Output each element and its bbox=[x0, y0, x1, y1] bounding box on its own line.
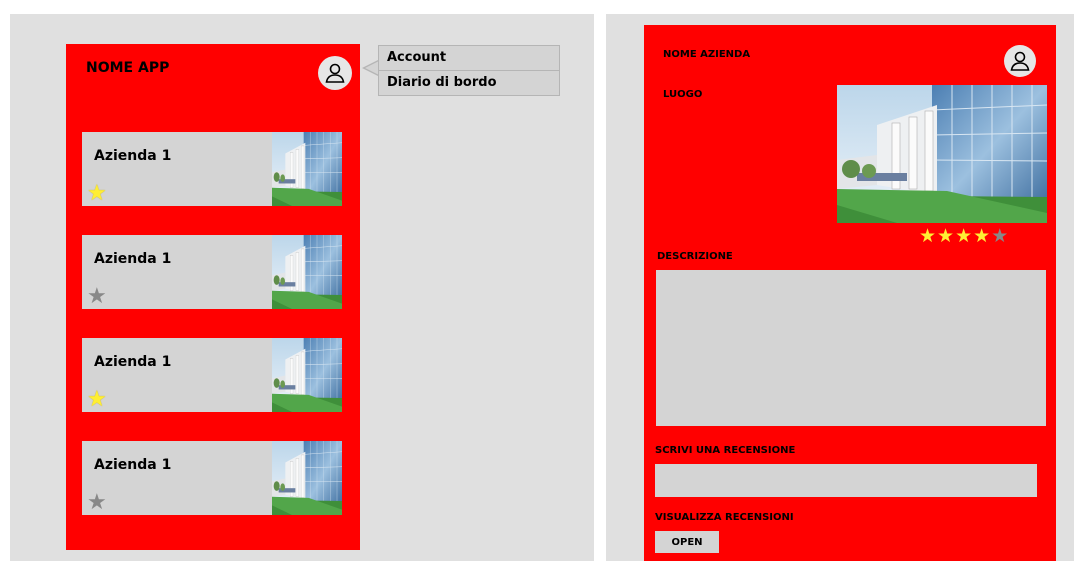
profile-button[interactable] bbox=[318, 56, 352, 90]
company-photo bbox=[837, 85, 1047, 223]
star-icon[interactable]: ★ bbox=[919, 225, 937, 247]
company-photo bbox=[272, 235, 342, 309]
favorite-star-icon[interactable]: ★ bbox=[87, 183, 107, 205]
company-name: Azienda 1 bbox=[94, 354, 172, 370]
company-name-label: NOME AZIENDA bbox=[663, 49, 751, 60]
open-reviews-button[interactable]: OPEN bbox=[655, 531, 719, 553]
company-card[interactable]: Azienda 1 ★ bbox=[82, 441, 342, 515]
profile-button[interactable] bbox=[1004, 45, 1036, 77]
favorite-star-icon[interactable]: ★ bbox=[87, 492, 107, 514]
account-menu: Account Diario di bordo bbox=[378, 45, 560, 96]
company-name: Azienda 1 bbox=[94, 251, 172, 267]
company-card[interactable]: Azienda 1 ★ bbox=[82, 132, 342, 206]
menu-pointer-fill bbox=[365, 61, 379, 75]
star-icon[interactable]: ★ bbox=[937, 225, 955, 247]
company-name: Azienda 1 bbox=[94, 457, 172, 473]
star-icon[interactable]: ★ bbox=[955, 225, 973, 247]
write-review-label: SCRIVI UNA RECENSIONE bbox=[655, 445, 796, 456]
company-photo bbox=[272, 441, 342, 515]
favorite-star-icon[interactable]: ★ bbox=[87, 389, 107, 411]
star-icon[interactable]: ★ bbox=[991, 225, 1009, 247]
user-avatar-icon bbox=[1010, 51, 1030, 71]
menu-item-diario[interactable]: Diario di bordo bbox=[379, 70, 559, 95]
review-input[interactable] bbox=[655, 464, 1037, 497]
company-photo bbox=[272, 132, 342, 206]
menu-item-account[interactable]: Account bbox=[379, 46, 559, 70]
user-avatar-icon bbox=[325, 63, 345, 83]
favorite-star-icon[interactable]: ★ bbox=[87, 286, 107, 308]
description-box bbox=[656, 270, 1046, 426]
detail-screen: NOME AZIENDA LUOGO ★★★★★ DESCRIZIONE SCR… bbox=[644, 25, 1056, 561]
app-title: NOME APP bbox=[86, 60, 170, 76]
company-card[interactable]: Azienda 1 ★ bbox=[82, 338, 342, 412]
company-name: Azienda 1 bbox=[94, 148, 172, 164]
star-icon[interactable]: ★ bbox=[973, 225, 991, 247]
rating-stars[interactable]: ★★★★★ bbox=[919, 225, 1009, 247]
description-label: DESCRIZIONE bbox=[657, 251, 733, 262]
view-reviews-label: VISUALIZZA RECENSIONI bbox=[655, 512, 794, 523]
company-card[interactable]: Azienda 1 ★ bbox=[82, 235, 342, 309]
location-label: LUOGO bbox=[663, 89, 703, 100]
list-screen: NOME APP Azienda 1 ★ Azienda 1 ★ Azienda… bbox=[66, 44, 360, 550]
company-photo bbox=[272, 338, 342, 412]
